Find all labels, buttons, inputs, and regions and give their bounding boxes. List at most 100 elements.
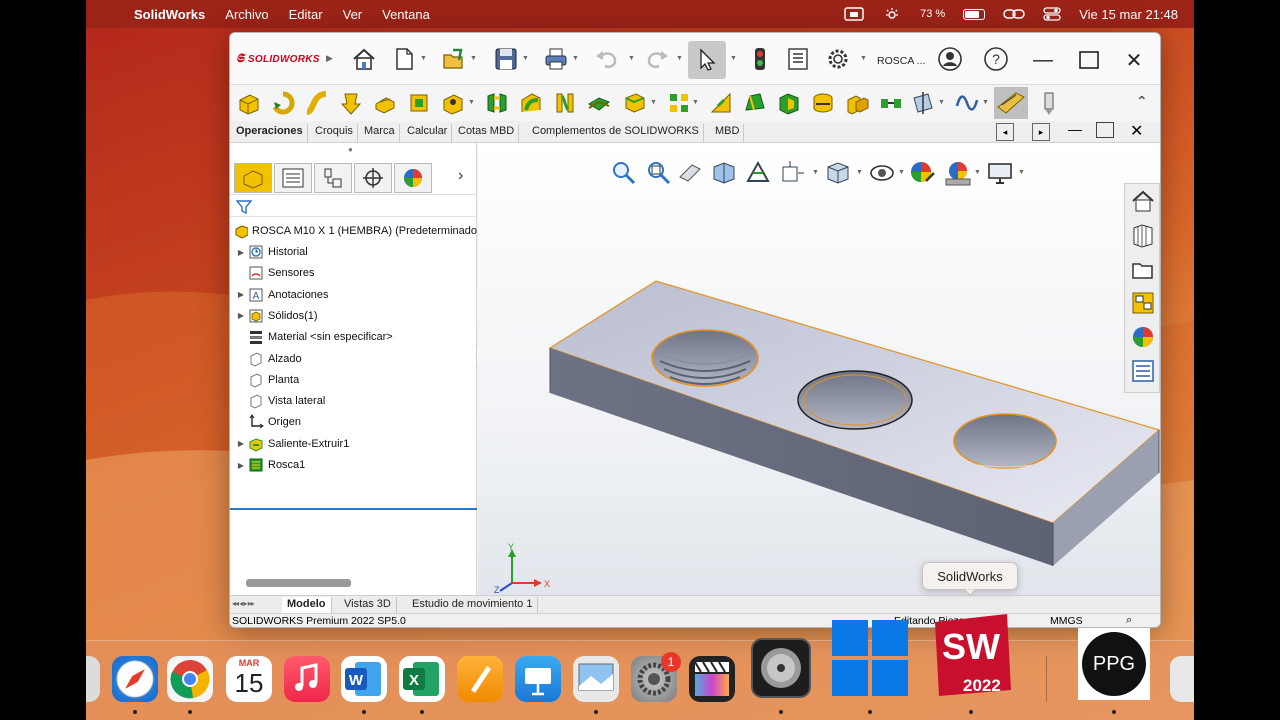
status-units[interactable]: MMGS bbox=[1050, 615, 1083, 627]
boundary-boss-icon[interactable] bbox=[372, 90, 398, 116]
custom-properties-icon[interactable] bbox=[1130, 358, 1156, 384]
menu-ventana[interactable]: Ventana bbox=[382, 7, 430, 22]
tree-item[interactable]: ▶ A Anotaciones bbox=[230, 285, 477, 305]
tab-estudio-movimiento[interactable]: Estudio de movimiento 1 bbox=[407, 597, 539, 613]
expand-arrow-icon[interactable]: ▶ bbox=[234, 439, 248, 448]
chevron-down-icon[interactable]: ▼ bbox=[420, 55, 427, 62]
panel-grip-icon[interactable]: ● bbox=[348, 145, 353, 154]
save-icon[interactable] bbox=[492, 45, 520, 73]
redo-icon[interactable] bbox=[644, 45, 672, 73]
dock-solidworks-icon[interactable]: SW 2022 bbox=[929, 612, 1013, 698]
display-manager-tab-icon[interactable] bbox=[394, 163, 432, 193]
tab-croquis[interactable]: Croquis bbox=[311, 124, 358, 142]
wrap-icon[interactable] bbox=[810, 90, 836, 116]
dock-ppg-icon[interactable]: PPG bbox=[1078, 628, 1150, 700]
boundary-cut-icon[interactable] bbox=[586, 90, 612, 116]
extruded-boss-icon[interactable] bbox=[236, 90, 262, 116]
tab-mbd[interactable]: MBD bbox=[711, 124, 745, 142]
rebuild-traffic-light-icon[interactable] bbox=[746, 45, 774, 73]
swept-cut-icon[interactable] bbox=[518, 90, 544, 116]
tree-item[interactable]: ▶ Rosca1 bbox=[230, 455, 477, 475]
chevron-down-icon[interactable]: ▼ bbox=[468, 99, 475, 106]
menu-editar[interactable]: Editar bbox=[289, 7, 323, 22]
intersect-icon[interactable] bbox=[844, 90, 870, 116]
featuremanager-tab-icon[interactable] bbox=[234, 163, 272, 193]
dock-preview-icon[interactable] bbox=[573, 656, 619, 702]
open-file-icon[interactable] bbox=[440, 45, 468, 73]
help-icon[interactable]: ? bbox=[982, 45, 1010, 73]
fillet-icon[interactable] bbox=[622, 90, 648, 116]
chevron-down-icon[interactable]: ▼ bbox=[650, 99, 657, 106]
dock-pages-icon[interactable] bbox=[457, 656, 503, 702]
panel-more-icon[interactable]: › bbox=[458, 167, 463, 185]
chevron-down-icon[interactable]: ▼ bbox=[572, 55, 579, 62]
status-options-icon[interactable]: ⌕ bbox=[1126, 614, 1132, 627]
chevron-down-icon[interactable]: ▼ bbox=[628, 55, 635, 62]
tree-item[interactable]: Sensores bbox=[230, 263, 477, 283]
menu-ver[interactable]: Ver bbox=[343, 7, 363, 22]
chevron-down-icon[interactable]: ▼ bbox=[860, 55, 867, 62]
tab-vistas-3d[interactable]: Vistas 3D bbox=[339, 597, 397, 613]
dock-keynote-icon[interactable] bbox=[515, 656, 561, 702]
battery-icon[interactable] bbox=[963, 8, 986, 20]
dock-chrome-icon[interactable] bbox=[167, 656, 213, 702]
tree-item[interactable]: Vista lateral bbox=[230, 391, 477, 411]
lofted-boss-icon[interactable] bbox=[338, 90, 364, 116]
user-account-icon[interactable] bbox=[936, 45, 964, 73]
dock-safari-icon[interactable] bbox=[112, 656, 158, 702]
dock-windows-icon[interactable] bbox=[832, 620, 908, 696]
view-palette-icon[interactable] bbox=[1130, 290, 1156, 316]
rib-icon[interactable] bbox=[708, 90, 734, 116]
new-document-icon[interactable] bbox=[390, 45, 418, 73]
rollback-bar[interactable] bbox=[230, 508, 477, 510]
expand-arrow-icon[interactable]: ▶ bbox=[234, 311, 248, 320]
horizontal-scrollbar[interactable] bbox=[246, 579, 351, 587]
dimxpert-tab-icon[interactable] bbox=[354, 163, 392, 193]
dock-word-icon[interactable]: W bbox=[341, 656, 387, 702]
reference-geometry-icon[interactable] bbox=[910, 90, 936, 116]
linear-pattern-icon[interactable] bbox=[666, 90, 692, 116]
configurationmanager-tab-icon[interactable] bbox=[314, 163, 352, 193]
doc-close-icon[interactable]: ✕ bbox=[1130, 121, 1143, 141]
chevron-down-icon[interactable]: ▼ bbox=[938, 99, 945, 106]
gear-icon[interactable] bbox=[824, 45, 852, 73]
tree-item[interactable]: ▶ Sólidos(1) bbox=[230, 306, 477, 326]
threaded-plate-model[interactable] bbox=[478, 143, 1161, 595]
dock-calendar-icon[interactable]: MAR 15 bbox=[226, 656, 272, 702]
undo-icon[interactable] bbox=[592, 45, 620, 73]
tree-item[interactable]: ▶ Saliente-Extruir1 bbox=[230, 434, 477, 454]
brightness-icon[interactable] bbox=[882, 7, 902, 21]
chevron-down-icon[interactable]: ▼ bbox=[982, 99, 989, 106]
file-explorer-icon[interactable] bbox=[1130, 256, 1156, 282]
tab-calcular[interactable]: Calcular bbox=[403, 124, 453, 142]
tab-cotas-mbd[interactable]: Cotas MBD bbox=[454, 124, 520, 142]
menu-app-name[interactable]: SolidWorks bbox=[134, 7, 205, 22]
tree-root[interactable]: ROSCA M10 X 1 (HEMBRA) (Predeterminado bbox=[230, 221, 477, 241]
tab-scroll-arrows[interactable]: ◂◂ ◂ ▸ ▸▸ bbox=[232, 599, 255, 608]
propertymanager-tab-icon[interactable] bbox=[274, 163, 312, 193]
doc-restore-icon[interactable] bbox=[1096, 122, 1114, 138]
revolved-cut-icon[interactable] bbox=[484, 90, 510, 116]
tree-item[interactable]: ▶ Historial bbox=[230, 242, 477, 262]
tree-item[interactable]: Alzado bbox=[230, 349, 477, 369]
doc-minimize-icon[interactable]: — bbox=[1068, 121, 1082, 137]
tree-item[interactable]: Origen bbox=[230, 412, 477, 432]
chevron-down-icon[interactable]: ▼ bbox=[676, 55, 683, 62]
dock-finder-partial[interactable] bbox=[86, 656, 100, 702]
shell-icon[interactable] bbox=[776, 90, 802, 116]
link-icon[interactable] bbox=[1003, 7, 1025, 21]
expand-arrow-icon[interactable]: ▶ bbox=[234, 290, 248, 299]
expand-menu-icon[interactable]: ▶ bbox=[326, 53, 333, 64]
expand-arrow-icon[interactable]: ▶ bbox=[234, 461, 248, 470]
tab-complementos[interactable]: Complementos de SOLIDWORKS bbox=[528, 124, 704, 142]
dock-trash-partial[interactable] bbox=[1170, 656, 1194, 702]
pencil-sketch-icon[interactable] bbox=[1036, 90, 1062, 116]
close-icon[interactable]: ✕ bbox=[1121, 47, 1147, 73]
chevron-down-icon[interactable]: ▼ bbox=[730, 55, 737, 62]
chevron-down-icon[interactable]: ▼ bbox=[692, 99, 699, 106]
dock-final-cut-icon[interactable] bbox=[689, 656, 735, 702]
dock-logic-icon[interactable] bbox=[751, 638, 811, 698]
hole-wizard-icon[interactable] bbox=[440, 90, 466, 116]
control-center-icon[interactable] bbox=[1043, 7, 1061, 21]
mate-reference-icon[interactable] bbox=[878, 90, 904, 116]
